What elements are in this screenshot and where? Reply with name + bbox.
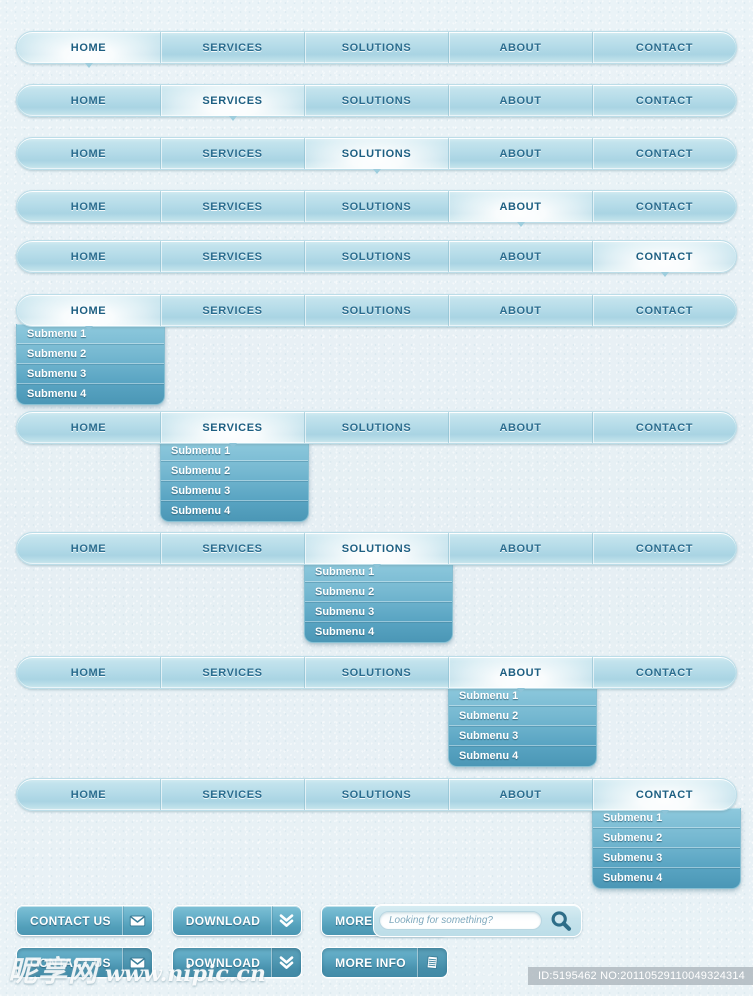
nav-item-home[interactable]: HOME <box>17 657 161 688</box>
navbar: HOME SERVICES SOLUTIONS ABOUT CONTACT <box>16 190 737 227</box>
navbar-row: Submenu 1 Submenu 2 Submenu 3 Submenu 4 HOME… <box>16 778 741 889</box>
nav-item-contact[interactable]: CONTACT <box>593 779 736 815</box>
nav-item-about[interactable]: ABOUT <box>449 412 593 443</box>
navbar: HOME SERVICES SOLUTIONS ABOUT CONTACT <box>16 778 737 815</box>
nav-item-home[interactable]: HOME <box>17 138 161 169</box>
submenu-panel: Submenu 1 Submenu 2 Submenu 3 Submenu 4 <box>304 562 453 643</box>
nav-item-services[interactable]: SERVICES <box>161 32 305 63</box>
nav-item-about[interactable]: ABOUT <box>449 191 593 227</box>
navbar-row: Submenu 1 Submenu 2 Submenu 3 Submenu 4 HOME… <box>16 294 737 405</box>
nav-item-contact[interactable]: CONTACT <box>593 138 736 169</box>
nav-item-solutions[interactable]: SOLUTIONS <box>305 32 449 63</box>
navbar-row: Submenu 1 Submenu 2 Submenu 3 Submenu 4 HOME… <box>16 532 737 643</box>
submenu-item[interactable]: Submenu 3 <box>161 481 308 501</box>
nav-item-home[interactable]: HOME <box>17 85 161 116</box>
nav-item-home[interactable]: HOME <box>17 191 161 222</box>
nav-item-contact[interactable]: CONTACT <box>593 412 736 443</box>
nav-item-home[interactable]: HOME <box>17 779 161 810</box>
nav-item-services[interactable]: SERVICES <box>161 85 305 121</box>
navbar-row: HOME SERVICES SOLUTIONS ABOUT CONTACT <box>16 190 737 227</box>
nav-item-solutions[interactable]: SOLUTIONS <box>305 295 449 326</box>
navbar-row: HOME SERVICES SOLUTIONS ABOUT CONTACT <box>16 240 737 277</box>
nav-item-contact[interactable]: CONTACT <box>593 191 736 222</box>
ui-kit-stage: HOME SERVICES SOLUTIONS ABOUT CONTACT HOME SER… <box>0 0 753 996</box>
navbar-row: Submenu 1 Submenu 2 Submenu 3 Submenu 4 HOME… <box>16 656 737 767</box>
nav-item-solutions[interactable]: SOLUTIONS <box>305 138 449 174</box>
submenu-panel: Submenu 1 Submenu 2 Submenu 3 Submenu 4 <box>592 808 741 889</box>
submenu-item[interactable]: Submenu 4 <box>17 384 164 404</box>
image-id-bar: ID:5195462 NO:20110529110049324314 <box>527 967 753 985</box>
nav-item-about[interactable]: ABOUT <box>449 241 593 272</box>
navbar: HOME SERVICES SOLUTIONS ABOUT CONTACT <box>16 31 737 68</box>
nav-item-contact[interactable]: CONTACT <box>593 533 736 564</box>
submenu-item[interactable]: Submenu 4 <box>161 501 308 521</box>
nav-item-services[interactable]: SERVICES <box>161 138 305 169</box>
nav-item-about[interactable]: ABOUT <box>449 85 593 116</box>
nav-item-contact[interactable]: CONTACT <box>593 657 736 688</box>
nav-item-contact[interactable]: CONTACT <box>593 295 736 326</box>
nav-item-solutions[interactable]: SOLUTIONS <box>305 412 449 443</box>
navbar: HOME SERVICES SOLUTIONS ABOUT CONTACT <box>16 137 737 174</box>
nav-item-services[interactable]: SERVICES <box>161 657 305 688</box>
nav-item-contact[interactable]: CONTACT <box>593 85 736 116</box>
nav-item-home[interactable]: HOME <box>17 412 161 443</box>
navbar-row: HOME SERVICES SOLUTIONS ABOUT CONTACT <box>16 31 737 68</box>
submenu-item[interactable]: Submenu 3 <box>305 602 452 622</box>
nav-item-services[interactable]: SERVICES <box>161 533 305 564</box>
nav-item-home[interactable]: HOME <box>17 533 161 564</box>
nav-item-contact[interactable]: CONTACT <box>593 32 736 63</box>
submenu-item[interactable]: Submenu 2 <box>593 828 740 848</box>
nav-item-home[interactable]: HOME <box>17 295 161 331</box>
navbar: HOME SERVICES SOLUTIONS ABOUT CONTACT <box>16 294 737 331</box>
nav-item-services[interactable]: SERVICES <box>161 412 305 448</box>
submenu-item[interactable]: Submenu 4 <box>593 868 740 888</box>
submenu-item[interactable]: Submenu 3 <box>449 726 596 746</box>
navbar-row: HOME SERVICES SOLUTIONS ABOUT CONTACT <box>16 84 737 121</box>
submenu-item[interactable]: Submenu 2 <box>161 461 308 481</box>
navbar-row: HOME SERVICES SOLUTIONS ABOUT CONTACT <box>16 137 737 174</box>
submenu-item[interactable]: Submenu 2 <box>17 344 164 364</box>
submenu-panel: Submenu 1 Submenu 2 Submenu 3 Submenu 4 <box>448 686 597 767</box>
nav-item-home[interactable]: HOME <box>17 32 161 68</box>
nav-item-home[interactable]: HOME <box>17 241 161 272</box>
submenu-item[interactable]: Submenu 2 <box>305 582 452 602</box>
navbar: HOME SERVICES SOLUTIONS ABOUT CONTACT <box>16 532 737 569</box>
navbar-row: Submenu 1 Submenu 2 Submenu 3 Submenu 4 HOME… <box>16 411 737 522</box>
nav-item-about[interactable]: ABOUT <box>449 32 593 63</box>
nav-item-solutions[interactable]: SOLUTIONS <box>305 657 449 688</box>
nav-item-solutions[interactable]: SOLUTIONS <box>305 85 449 116</box>
navbar: HOME SERVICES SOLUTIONS ABOUT CONTACT <box>16 84 737 121</box>
navbar: HOME SERVICES SOLUTIONS ABOUT CONTACT <box>16 656 737 693</box>
nav-item-about[interactable]: ABOUT <box>449 779 593 810</box>
nav-item-about[interactable]: ABOUT <box>449 533 593 564</box>
nav-item-about[interactable]: ABOUT <box>449 138 593 169</box>
nav-item-solutions[interactable]: SOLUTIONS <box>305 241 449 272</box>
submenu-panel: Submenu 1 Submenu 2 Submenu 3 Submenu 4 <box>16 324 165 405</box>
nav-item-about[interactable]: ABOUT <box>449 657 593 693</box>
submenu-item[interactable]: Submenu 3 <box>17 364 164 384</box>
submenu-panel: Submenu 1 Submenu 2 Submenu 3 Submenu 4 <box>160 441 309 522</box>
nav-item-solutions[interactable]: SOLUTIONS <box>305 533 449 569</box>
nav-item-services[interactable]: SERVICES <box>161 191 305 222</box>
submenu-item[interactable]: Submenu 2 <box>449 706 596 726</box>
nav-item-about[interactable]: ABOUT <box>449 295 593 326</box>
nav-item-solutions[interactable]: SOLUTIONS <box>305 779 449 810</box>
nav-item-solutions[interactable]: SOLUTIONS <box>305 191 449 222</box>
submenu-item[interactable]: Submenu 4 <box>449 746 596 766</box>
nav-item-services[interactable]: SERVICES <box>161 779 305 810</box>
nav-item-contact[interactable]: CONTACT <box>593 241 736 277</box>
nav-item-services[interactable]: SERVICES <box>161 241 305 272</box>
nav-item-services[interactable]: SERVICES <box>161 295 305 326</box>
submenu-item[interactable]: Submenu 4 <box>305 622 452 642</box>
submenu-item[interactable]: Submenu 3 <box>593 848 740 868</box>
navbar: HOME SERVICES SOLUTIONS ABOUT CONTACT <box>16 411 737 448</box>
navbar: HOME SERVICES SOLUTIONS ABOUT CONTACT <box>16 240 737 277</box>
